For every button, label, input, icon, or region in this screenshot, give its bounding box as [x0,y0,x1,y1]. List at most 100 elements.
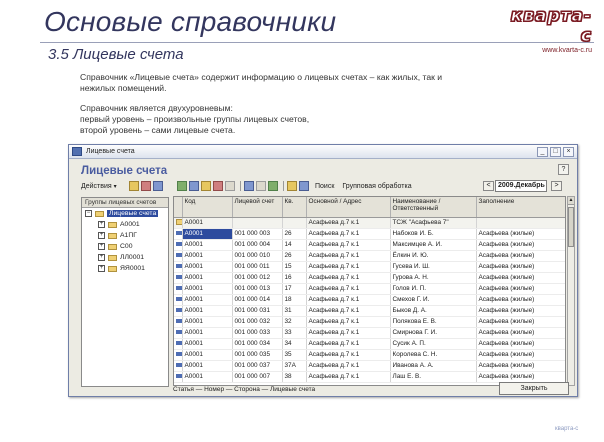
edit-icon[interactable] [201,181,211,191]
table-cell[interactable]: 18 [282,294,307,306]
table-cell[interactable]: 38 [282,371,307,383]
table-row[interactable]: А0001 001 000 003 26 Асафьева д.7 к.1 Набоко… [174,228,565,240]
table-cell[interactable]: Гурова А. Н. [390,272,477,284]
table-cell[interactable]: Иванова А. А. [390,360,477,372]
vertical-scrollbar[interactable]: ▲ [567,196,575,386]
table-cell[interactable]: 26 [282,250,307,262]
filter-off-icon[interactable] [256,181,266,191]
table-cell[interactable]: Полякова Е. В. [390,316,477,328]
table-cell[interactable]: Асафьева д.7 к.1 [306,272,391,284]
table-cell[interactable]: Асафьева д.7 к.1 [306,294,391,306]
table-row[interactable]: А0001 001 000 032 32 Асафьева д.7 к.1 Поляко… [174,316,565,328]
delete-icon[interactable] [213,181,223,191]
table-cell[interactable]: 14 [282,239,307,251]
table-row[interactable]: А0001 001 000 035 35 Асафьева д.7 к.1 Короле… [174,349,565,361]
minimize-button[interactable]: _ [537,146,548,157]
period-next-button[interactable]: > [551,181,562,191]
table-cell[interactable]: А0001 [182,250,233,262]
table-cell[interactable]: Асафьева д.7 к.1 [306,371,391,383]
table-cell[interactable]: А0001 [182,305,233,317]
table-cell[interactable]: А0001 [182,217,233,229]
table-cell[interactable]: Асафьева (жилые) [476,338,565,350]
table-cell[interactable]: Асафьева (жилые) [476,294,565,306]
table-cell[interactable]: Смирнова Г. И. [390,327,477,339]
table-cell[interactable]: А0001 [182,316,233,328]
add-group-icon[interactable] [129,181,139,191]
tree-item[interactable]: + ЛЛ0001 [82,252,168,263]
table-cell[interactable]: Асафьева (жилые) [476,261,565,273]
table-cell[interactable]: 16 [282,272,307,284]
column-header[interactable]: Заполнение [476,197,565,218]
table-cell[interactable]: 001 000 004 [232,239,283,251]
table-cell[interactable]: Гусева И. Ш. [390,261,477,273]
sort-icon[interactable] [268,181,278,191]
table-row[interactable]: А0001 001 000 004 14 Асафьева д.7 к.1 Максим… [174,239,565,251]
filter-icon[interactable] [244,181,254,191]
close-window-button[interactable]: × [563,146,574,157]
table-cell[interactable]: Лаш Е. В. [390,371,477,383]
table-cell[interactable]: Асафьева д.7 к.1 [306,327,391,339]
table-cell[interactable]: 001 000 013 [232,283,283,295]
maximize-button[interactable]: □ [550,146,561,157]
expand-icon[interactable]: − [85,210,92,217]
column-header[interactable]: Код [182,197,233,218]
hierarchy-icon[interactable] [153,181,163,191]
table-row[interactable]: А0001 001 000 012 16 Асафьева д.7 к.1 Гурова… [174,272,565,284]
table-cell[interactable]: 001 000 034 [232,338,283,350]
table-row[interactable]: А0001 001 000 014 18 Асафьева д.7 к.1 Смехов… [174,294,565,306]
table-cell[interactable]: А0001 [182,327,233,339]
table-cell[interactable]: А0001 [182,239,233,251]
column-header[interactable]: Лицевой счет [232,197,283,218]
table-cell[interactable]: Асафьева (жилые) [476,228,565,240]
table-cell[interactable]: Асафьева (жилые) [476,283,565,295]
table-cell[interactable]: Асафьева д.7 к.1 [306,338,391,350]
table-cell[interactable]: Максимцев А. И. [390,239,477,251]
table-row[interactable]: А0001 001 000 033 33 Асафьева д.7 к.1 Смирно… [174,327,565,339]
period-prev-button[interactable]: < [483,181,494,191]
table-cell[interactable]: 31 [282,305,307,317]
table-cell[interactable]: 001 000 035 [232,349,283,361]
table-row[interactable]: А0001 001 000 011 15 Асафьева д.7 к.1 Гусева… [174,261,565,273]
table-cell[interactable]: А0001 [182,338,233,350]
table-cell[interactable]: Асафьева (жилые) [476,250,565,262]
table-cell[interactable]: Асафьева д.7 к.1 [306,316,391,328]
table-cell[interactable]: Асафьева д.7 к.1 [306,283,391,295]
table-row[interactable]: А0001 001 000 037 37А Асафьева д.7 к.1 Ивано… [174,360,565,372]
column-header[interactable]: Наименование / Ответственный [390,197,477,218]
table-cell[interactable]: Набоков И. Б. [390,228,477,240]
delete-icon[interactable] [141,181,151,191]
table-cell[interactable]: Смехов Г. И. [390,294,477,306]
table-row[interactable]: А0001 001 000 010 26 Асафьева д.7 к.1 Ёлкин … [174,250,565,262]
table-row[interactable]: А0001 001 000 031 31 Асафьева д.7 к.1 Быков … [174,305,565,317]
add-icon[interactable] [177,181,187,191]
table-cell[interactable]: Асафьева (жилые) [476,316,565,328]
table-cell[interactable]: 15 [282,261,307,273]
table-row[interactable]: А0001 001 000 007 38 Асафьева д.7 к.1 Лаш Е.… [174,371,565,383]
table-cell[interactable]: 001 000 011 [232,261,283,273]
table-cell[interactable]: Асафьева (жилые) [476,239,565,251]
expand-icon[interactable]: + [98,243,105,250]
table-cell[interactable]: Асафьева (жилые) [476,272,565,284]
search-button[interactable]: Поиск [315,183,334,190]
table-cell[interactable]: А0001 [182,360,233,372]
period-field[interactable]: 2009.Декабрь [495,180,547,192]
table-cell[interactable]: 001 000 031 [232,305,283,317]
print-icon[interactable] [287,181,297,191]
scroll-thumb[interactable] [568,207,574,247]
table-cell[interactable]: Асафьева д.7 к.1 [306,250,391,262]
tree-item[interactable]: + ЯЯ0001 [82,263,168,274]
table-row[interactable]: А0001 Асафьева д.7 к.1 ТСЖ "Асафьева 7" [174,217,565,229]
expand-icon[interactable]: + [98,265,105,272]
table-cell[interactable]: 001 000 037 [232,360,283,372]
group-processing-button[interactable]: Групповая обработка [342,183,411,190]
tree-item[interactable]: + А1ПГ [82,230,168,241]
close-button[interactable]: Закрыть [499,382,569,395]
table-cell[interactable]: Асафьева (жилые) [476,327,565,339]
group-tree[interactable]: Группы лицевых счетов − Лицевые счета + … [81,197,169,387]
table-cell[interactable]: Голов И. П. [390,283,477,295]
table-cell[interactable]: 001 000 032 [232,316,283,328]
table-cell[interactable]: А0001 [182,294,233,306]
table-cell[interactable]: 37А [282,360,307,372]
scroll-up-icon[interactable]: ▲ [568,197,574,205]
table-cell[interactable]: Асафьева (жилые) [476,360,565,372]
